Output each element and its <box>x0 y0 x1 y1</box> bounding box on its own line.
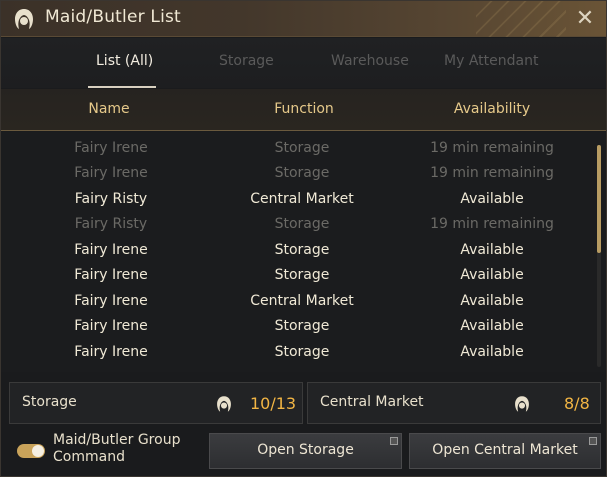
scrollbar-thumb[interactable] <box>597 145 601 253</box>
scrollbar[interactable] <box>597 145 601 367</box>
group-command-label: Maid/Butler Group Command <box>53 432 181 465</box>
row-name: Fairy Irene <box>74 267 148 283</box>
row-availability: Available <box>460 242 524 258</box>
row-function: Central Market <box>250 191 354 207</box>
toggle-knob <box>32 445 44 457</box>
table-row[interactable]: Fairy Risty Central Market Available <box>1 187 596 212</box>
storage-counter-label: Storage <box>22 394 77 410</box>
row-availability: Available <box>460 344 524 360</box>
row-function: Storage <box>274 242 330 258</box>
maid-icon <box>15 9 33 29</box>
storage-counter: Storage 10/13 <box>9 382 303 424</box>
row-name: Fairy Irene <box>74 140 148 156</box>
open-storage-button[interactable]: Open Storage <box>209 433 402 469</box>
central-market-counter-label: Central Market <box>320 394 424 410</box>
column-header-availability[interactable]: Availability <box>431 101 553 117</box>
row-name: Fairy Irene <box>74 318 148 334</box>
row-name: Fairy Risty <box>74 191 148 207</box>
maid-icon <box>515 396 529 412</box>
row-name: Fairy Risty <box>74 216 148 232</box>
tab-storage[interactable]: Storage <box>219 53 274 69</box>
active-tab-indicator <box>88 86 156 88</box>
open-storage-label: Open Storage <box>257 442 354 458</box>
title-bar[interactable]: Maid/Butler List ✕ <box>1 1 606 37</box>
column-header-function[interactable]: Function <box>251 101 357 117</box>
title-bar-decoration <box>476 1 566 37</box>
storage-counter-value: 10/13 <box>250 394 297 413</box>
tab-bar: List (All) Storage Warehouse My Attendan… <box>1 38 606 88</box>
table-row[interactable]: Fairy Irene Storage Available <box>1 340 596 365</box>
row-function: Storage <box>274 165 330 181</box>
tab-list-all[interactable]: List (All) <box>96 53 153 69</box>
column-header-row: Name Function Availability <box>1 89 606 131</box>
window-title: Maid/Butler List <box>45 7 181 27</box>
row-name: Fairy Irene <box>74 293 148 309</box>
row-availability: Available <box>460 191 524 207</box>
maid-butler-window: Maid/Butler List ✕ List (All) Storage Wa… <box>0 0 607 477</box>
open-central-market-label: Open Central Market <box>432 442 578 458</box>
central-market-counter-value: 8/8 <box>564 394 590 413</box>
row-function: Storage <box>274 267 330 283</box>
table-row[interactable]: Fairy Irene Storage Available <box>1 263 596 288</box>
table-row[interactable]: Fairy Irene Storage 19 min remaining <box>1 136 596 161</box>
maid-icon <box>217 396 231 412</box>
table-row[interactable]: Fairy Irene Storage 19 min remaining <box>1 161 596 186</box>
table-row[interactable]: Fairy Irene Storage Available <box>1 238 596 263</box>
row-function: Storage <box>274 344 330 360</box>
table-row[interactable]: Fairy Irene Storage Available <box>1 314 596 339</box>
popout-icon <box>390 437 398 445</box>
row-function: Storage <box>274 216 330 232</box>
row-availability: Available <box>460 267 524 283</box>
tab-warehouse[interactable]: Warehouse <box>331 53 409 69</box>
tab-my-attendant[interactable]: My Attendant <box>444 53 538 69</box>
row-function: Central Market <box>250 293 354 309</box>
table-row[interactable]: Fairy Risty Storage 19 min remaining <box>1 212 596 237</box>
table-row[interactable]: Fairy Irene Central Market Available <box>1 289 596 314</box>
row-function: Storage <box>274 318 330 334</box>
popout-icon <box>589 437 597 445</box>
row-availability: 19 min remaining <box>430 165 554 181</box>
attendant-list: Fairy Irene Storage 19 min remaining Fairy … <box>1 132 606 372</box>
row-availability: Available <box>460 293 524 309</box>
row-name: Fairy Irene <box>74 165 148 181</box>
column-header-name[interactable]: Name <box>71 101 147 117</box>
row-availability: 19 min remaining <box>430 216 554 232</box>
row-function: Storage <box>274 140 330 156</box>
row-availability: 19 min remaining <box>430 140 554 156</box>
row-name: Fairy Irene <box>74 242 148 258</box>
row-name: Fairy Irene <box>74 344 148 360</box>
group-command-toggle[interactable] <box>17 444 45 458</box>
central-market-counter: Central Market 8/8 <box>307 382 601 424</box>
open-central-market-button[interactable]: Open Central Market <box>409 433 601 469</box>
close-icon[interactable]: ✕ <box>572 6 598 32</box>
row-availability: Available <box>460 318 524 334</box>
